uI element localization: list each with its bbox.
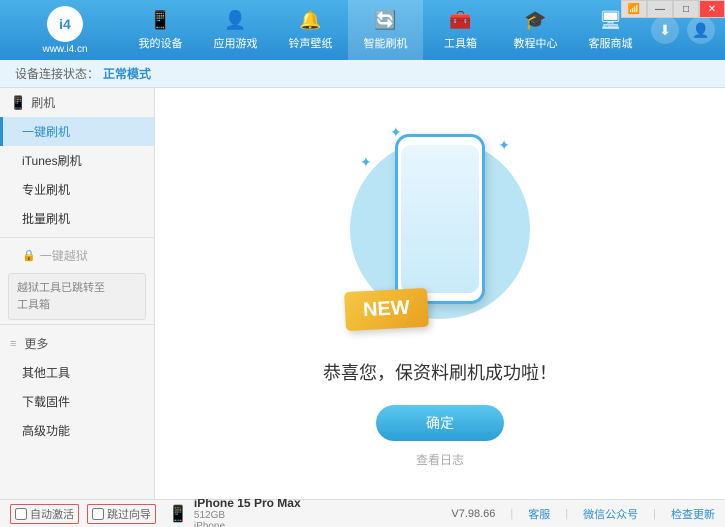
status-value: 正常模式 <box>103 65 151 82</box>
confirm-button[interactable]: 确定 <box>376 405 504 441</box>
content-area: ✦ ✦ ✦ NEW 恭喜您，保资料刷机成功啦！ 确定 查看日志 <box>155 88 725 499</box>
tutorial-icon: 🎓 <box>524 10 546 31</box>
advanced-label: 高级功能 <box>22 422 70 439</box>
status-label: 设备连接状态： <box>15 65 99 82</box>
device-storage: 512GB <box>194 510 301 521</box>
status-bar: 设备连接状态： 正常模式 <box>0 60 725 88</box>
jailbreak-label: 一键越狱 <box>40 247 88 264</box>
quick-nav-checkbox-container[interactable]: 跳过向导 <box>87 504 156 524</box>
close-button[interactable]: ✕ <box>699 0 725 18</box>
phone-screen <box>401 145 479 293</box>
sidebar-item-advanced[interactable]: 高级功能 <box>0 416 154 445</box>
nav-ringtones[interactable]: 🔔 铃声壁纸 <box>273 0 348 60</box>
nav-apps-games-label: 应用游戏 <box>214 35 258 51</box>
sidebar-disabled-notice: 越狱工具已跳转至工具箱 <box>8 273 146 320</box>
minimize-button[interactable]: — <box>647 0 673 18</box>
nav-service-label: 客服商城 <box>589 35 633 51</box>
one-click-flash-label: 一键刷机 <box>22 123 70 140</box>
device-type: iPhone <box>194 521 301 527</box>
success-text: 恭喜您，保资料刷机成功啦！ <box>323 359 557 385</box>
device-icon: 📱 <box>149 10 171 31</box>
auto-activate-checkbox[interactable] <box>15 508 27 520</box>
quick-nav-label: 跳过向导 <box>107 506 151 522</box>
sidebar: 📱 刷机 一键刷机 iTunes刷机 专业刷机 批量刷机 🔒 一键越狱 <box>0 88 155 499</box>
sidebar-more-label: 更多 <box>24 335 48 352</box>
sidebar-jailbreak-header: 🔒 一键越狱 <box>0 242 154 269</box>
sidebar-flash-header: 📱 刷机 <box>0 88 154 117</box>
flash-icon: 🔄 <box>374 10 396 31</box>
more-section-icon: ≡ <box>10 338 16 350</box>
sidebar-more-header: ≡ 更多 <box>0 329 154 358</box>
customer-service-link[interactable]: 客服 <box>528 506 550 522</box>
quick-nav-checkbox[interactable] <box>92 508 104 520</box>
user-button[interactable]: 👤 <box>687 16 715 44</box>
maximize-button[interactable]: □ <box>673 0 699 18</box>
sidebar-item-download-firmware[interactable]: 下载固件 <box>0 387 154 416</box>
lock-icon: 🔒 <box>22 249 36 262</box>
bottom-bar: 自动激活 跳过向导 📱 iPhone 15 Pro Max 512GB iPho… <box>0 499 725 527</box>
sidebar-item-pro-flash[interactable]: 专业刷机 <box>0 175 154 204</box>
bottom-left: 自动激活 跳过向导 📱 iPhone 15 Pro Max 512GB iPho… <box>10 496 431 527</box>
new-badge: NEW <box>344 288 429 331</box>
bottom-right: V7.98.66 | 客服 | 微信公众号 | 检查更新 <box>451 506 715 522</box>
nav-items: 📱 我的设备 👤 应用游戏 🔔 铃声壁纸 🔄 智能刷机 🧰 工具箱 🎓 <box>120 0 651 60</box>
batch-flash-label: 批量刷机 <box>22 210 70 227</box>
sidebar-flash-label: 刷机 <box>31 94 55 111</box>
nav-toolbox-label: 工具箱 <box>444 35 477 51</box>
top-navigation: i4 www.i4.cn 📱 我的设备 👤 应用游戏 🔔 铃声壁纸 🔄 智能刷机 <box>0 0 725 60</box>
device-details: iPhone 15 Pro Max 512GB iPhone <box>194 496 301 527</box>
toolbox-icon: 🧰 <box>449 10 471 31</box>
sidebar-item-batch-flash[interactable]: 批量刷机 <box>0 204 154 233</box>
sidebar-item-one-click-flash[interactable]: 一键刷机 <box>0 117 154 146</box>
sidebar-item-other-tools[interactable]: 其他工具 <box>0 358 154 387</box>
device-phone-icon: 📱 <box>168 504 188 524</box>
window-controls: 📶 — □ ✕ <box>621 0 725 18</box>
wifi-icon: 📶 <box>621 0 647 18</box>
phone-illustration: ✦ ✦ ✦ NEW <box>340 119 540 339</box>
nav-my-device[interactable]: 📱 我的设备 <box>123 0 198 60</box>
other-tools-label: 其他工具 <box>22 364 70 381</box>
nav-right-buttons: ⬇ 👤 <box>651 16 715 44</box>
auto-activate-label: 自动激活 <box>30 506 74 522</box>
phone-device <box>395 134 485 304</box>
apps-icon: 👤 <box>224 10 246 31</box>
nav-toolbox[interactable]: 🧰 工具箱 <box>423 0 498 60</box>
nav-smart-flash[interactable]: 🔄 智能刷机 <box>348 0 423 60</box>
download-firmware-label: 下载固件 <box>22 393 70 410</box>
auto-activate-checkbox-container[interactable]: 自动激活 <box>10 504 79 524</box>
nav-ringtones-label: 铃声壁纸 <box>289 35 333 51</box>
flash-section-icon: 📱 <box>10 95 26 111</box>
log-link[interactable]: 查看日志 <box>416 451 464 468</box>
download-button[interactable]: ⬇ <box>651 16 679 44</box>
main-layout: 📱 刷机 一键刷机 iTunes刷机 专业刷机 批量刷机 🔒 一键越狱 <box>0 88 725 499</box>
logo-icon: i4 <box>47 6 83 42</box>
wechat-link[interactable]: 微信公众号 <box>583 506 638 522</box>
sparkle-icon-2: ✦ <box>390 124 402 141</box>
sidebar-item-itunes-flash[interactable]: iTunes刷机 <box>0 146 154 175</box>
device-info: 📱 iPhone 15 Pro Max 512GB iPhone <box>168 496 301 527</box>
sparkle-icon-1: ✦ <box>498 137 510 154</box>
sparkle-icon-3: ✦ <box>360 154 372 171</box>
nav-smart-flash-label: 智能刷机 <box>364 35 408 51</box>
service-icon: 🖥 <box>599 10 622 31</box>
version-label: V7.98.66 <box>451 508 495 520</box>
nav-my-device-label: 我的设备 <box>139 35 183 51</box>
pro-flash-label: 专业刷机 <box>22 181 70 198</box>
nav-tutorial-label: 教程中心 <box>514 35 558 51</box>
logo-area: i4 www.i4.cn <box>10 6 120 55</box>
nav-tutorial[interactable]: 🎓 教程中心 <box>498 0 573 60</box>
itunes-flash-label: iTunes刷机 <box>22 152 82 169</box>
ringtone-icon: 🔔 <box>299 10 321 31</box>
check-update-link[interactable]: 检查更新 <box>671 506 715 522</box>
nav-apps-games[interactable]: 👤 应用游戏 <box>198 0 273 60</box>
logo-subtext: www.i4.cn <box>42 44 87 55</box>
